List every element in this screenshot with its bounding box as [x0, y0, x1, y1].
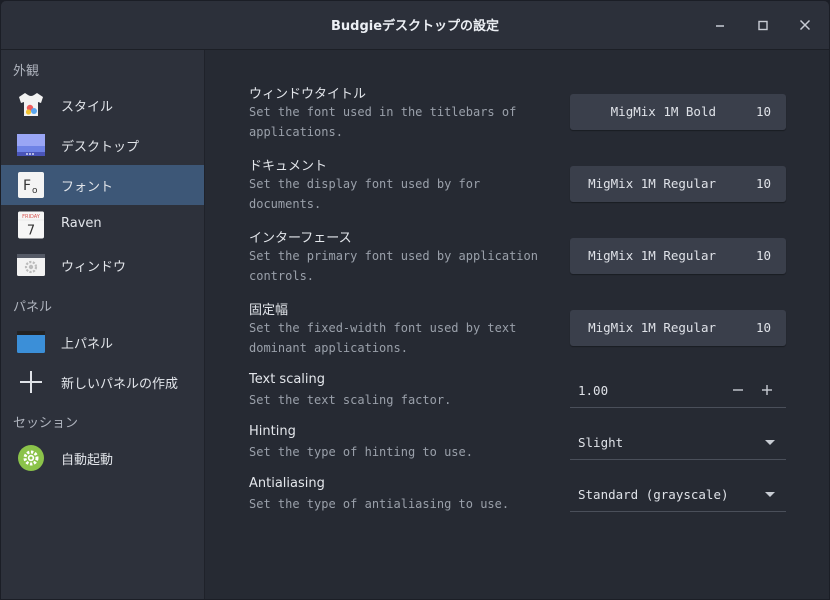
titlebar[interactable]: Budgieデスクトップの設定: [1, 1, 829, 50]
document-font-title: ドキュメント: [249, 159, 328, 174]
window-title-font-description: Set the font used in the titlebars of ap…: [249, 105, 517, 139]
monospace-font-button[interactable]: MigMix 1M Regular 10: [570, 310, 786, 346]
svg-text:7: 7: [27, 224, 35, 239]
sidebar-item-label: スタイル: [61, 100, 114, 115]
chevron-down-icon: [765, 440, 775, 445]
window-title: Budgieデスクトップの設定: [330, 19, 500, 34]
plus-icon: [20, 371, 42, 393]
sidebar-item-window[interactable]: ウィンドウ: [1, 245, 204, 285]
document-font-description: Set the display font used by for documen…: [249, 177, 481, 211]
sidebar-item-desktop[interactable]: デスクトップ: [1, 125, 204, 165]
increment-button[interactable]: [755, 377, 779, 401]
svg-text:F: F: [23, 178, 31, 194]
sidebar-item-fonts[interactable]: F o フォント: [1, 165, 204, 205]
fonts-settings-panel: ウィンドウタイトル Set the font used in the title…: [205, 50, 829, 599]
decrement-button[interactable]: [726, 377, 750, 401]
text-scaling-value[interactable]: 1.00: [578, 383, 608, 398]
sidebar-item-label: 新しいパネルの作成: [61, 377, 179, 392]
window-title-font-button[interactable]: MigMix 1M Bold 10: [570, 94, 786, 130]
autostart-gear-icon: [18, 445, 44, 471]
document-font-button[interactable]: MigMix 1M Regular 10: [570, 166, 786, 202]
interface-font-title: インターフェース: [249, 231, 352, 246]
sidebar: 外観 スタイル デスクトップ F o フォント FRIDAY 7 Raven ウ…: [1, 50, 205, 599]
hinting-selected: Slight: [578, 435, 624, 450]
interface-font-description: Set the primary font used by application…: [249, 249, 538, 283]
minimize-icon: [716, 25, 724, 27]
sidebar-item-label: Raven: [61, 216, 102, 231]
antialiasing-selected: Standard (grayscale): [578, 487, 729, 502]
sidebar-item-raven[interactable]: FRIDAY 7 Raven: [1, 205, 204, 245]
svg-text:o: o: [32, 186, 38, 196]
interface-font-button[interactable]: MigMix 1M Regular 10: [570, 238, 786, 274]
monospace-font-title: 固定幅: [249, 303, 289, 318]
antialiasing-title: Antialiasing: [249, 476, 325, 491]
hinting-title: Hinting: [249, 424, 296, 439]
section-session: セッション: [13, 416, 79, 431]
section-appearance: 外観: [13, 64, 40, 79]
close-icon: [799, 19, 811, 31]
sidebar-item-label: デスクトップ: [61, 140, 140, 155]
sidebar-item-label: 自動起動: [61, 453, 114, 468]
hinting-description: Set the type of hinting to use.: [249, 445, 473, 459]
tshirt-icon: [19, 93, 43, 116]
minus-icon: [733, 389, 743, 391]
section-panels: パネル: [13, 300, 53, 315]
window-title-font-title: ウィンドウタイトル: [249, 87, 367, 102]
minimize-button[interactable]: [708, 13, 732, 37]
sidebar-item-top-panel[interactable]: 上パネル: [1, 322, 204, 362]
panel-icon: [17, 331, 45, 353]
calendar-icon: FRIDAY 7: [18, 211, 44, 239]
sidebar-item-style[interactable]: スタイル: [1, 85, 204, 125]
monospace-font-description: Set the fixed-width font used by text do…: [249, 321, 517, 355]
text-scaling-title: Text scaling: [249, 372, 326, 387]
sidebar-item-label: 上パネル: [61, 337, 114, 352]
font-icon: F o: [18, 172, 44, 198]
desktop-icon: [17, 134, 45, 156]
antialiasing-dropdown[interactable]: Standard (grayscale): [570, 477, 786, 512]
plus-icon: [762, 385, 772, 395]
window-gear-icon: [17, 254, 45, 276]
antialiasing-description: Set the type of antialiasing to use.: [249, 497, 510, 511]
settings-window: Budgieデスクトップの設定 外観 スタイル デスクトップ F o フォント …: [1, 1, 829, 599]
chevron-down-icon: [765, 492, 775, 497]
text-scaling-spinbutton[interactable]: 1.00: [570, 373, 786, 408]
text-scaling-description: Set the text scaling factor.: [249, 393, 452, 407]
sidebar-item-autostart[interactable]: 自動起動: [1, 438, 204, 478]
sidebar-item-label: フォント: [61, 180, 114, 195]
close-button[interactable]: [793, 13, 817, 37]
sidebar-item-new-panel[interactable]: 新しいパネルの作成: [1, 362, 204, 402]
svg-text:FRIDAY: FRIDAY: [22, 214, 41, 220]
hinting-dropdown[interactable]: Slight: [570, 425, 786, 460]
maximize-icon: [758, 20, 768, 31]
sidebar-item-label: ウィンドウ: [61, 260, 127, 275]
maximize-button[interactable]: [751, 13, 775, 37]
